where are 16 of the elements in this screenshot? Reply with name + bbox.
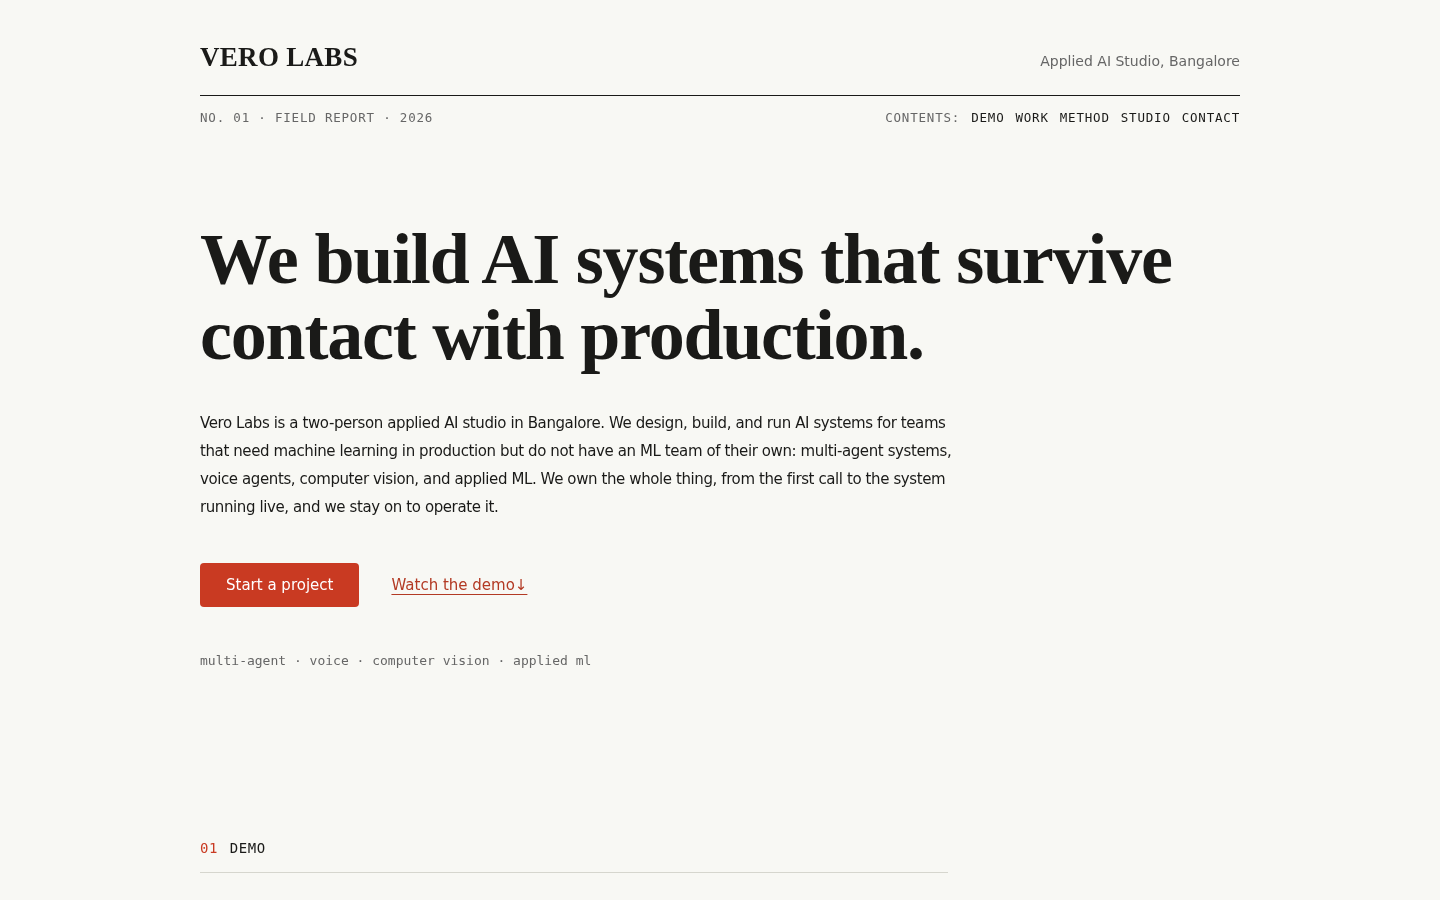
intro-paragraph: Vero Labs is a two-person applied AI studio in Bangalore. We design, build, and run AI systems for teams that need machine learning in production but do not have an ML team of their own: multi-agent systems, voice agents, computer vision, and applied ML. We own the whole thing, from the first call to the system running live, and we stay on to operate it. [200, 413, 953, 518]
section-title: DEMO [229, 840, 266, 856]
tags-line: multi-agent · voice · computer vision · applied ml [200, 653, 593, 668]
start-project-button[interactable]: Start a project [200, 563, 360, 607]
logo: VERO LABS [200, 42, 358, 73]
headline: We build AI systems that survive contact with production. [200, 221, 1173, 373]
nav-link[interactable]: STUDIO [1120, 110, 1171, 125]
nav-link[interactable]: CONTACT [1181, 110, 1240, 125]
tagline: Applied AI Studio, Bangalore [1040, 52, 1240, 69]
issue-line: NO. 01 · FIELD REPORT · 2026 [200, 110, 434, 125]
nav-link[interactable]: METHOD [1059, 110, 1110, 125]
section-number: 01 [200, 840, 218, 856]
nav-link[interactable]: WORK [1015, 110, 1049, 125]
watch-demo-link[interactable]: Watch the demo↓ [391, 576, 528, 594]
contents-label: CONTENTS: [885, 110, 961, 125]
nav-link[interactable]: DEMO [971, 110, 1005, 125]
